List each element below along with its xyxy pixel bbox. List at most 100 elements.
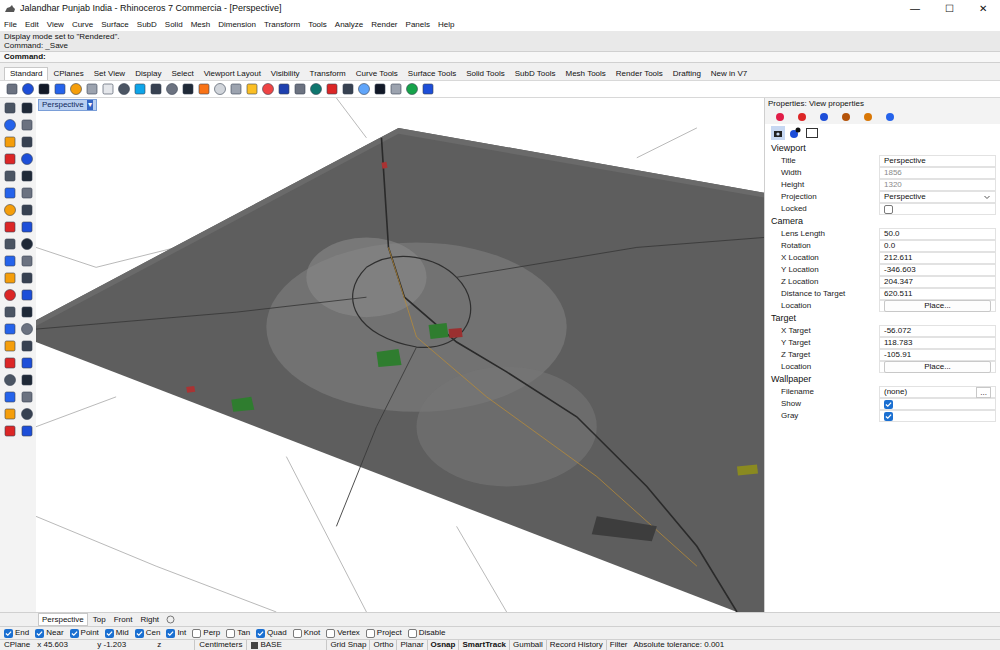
toolbar-tool-icon[interactable] (357, 82, 371, 96)
left-tool-icon[interactable] (3, 424, 17, 438)
left-tool-icon[interactable] (3, 254, 17, 268)
toolbar-tool-icon[interactable] (85, 82, 99, 96)
layer-indicator[interactable]: BASE (246, 640, 326, 650)
command-line[interactable]: Command: (0, 51, 1000, 63)
toolbar-tool-icon[interactable] (69, 82, 83, 96)
property-value[interactable]: 50.0 (884, 228, 900, 240)
toolbar-tool-icon[interactable] (309, 82, 323, 96)
toolbar-tab[interactable]: New in V7 (706, 68, 752, 80)
osnap-checkbox[interactable] (105, 629, 114, 638)
toolbar-tool-icon[interactable] (229, 82, 243, 96)
toolbar-tool-icon[interactable] (181, 82, 195, 96)
toolbar-tool-icon[interactable] (261, 82, 275, 96)
toolbar-tab[interactable]: Visibility (266, 68, 305, 80)
property-dropdown[interactable]: Perspective (884, 191, 991, 203)
left-tool-icon[interactable] (20, 322, 34, 336)
left-tool-icon[interactable] (3, 186, 17, 200)
menu-item[interactable]: View (47, 19, 64, 31)
property-value[interactable]: 0.0 (884, 240, 895, 252)
left-tool-icon[interactable] (3, 305, 17, 319)
left-tool-icon[interactable] (20, 424, 34, 438)
osnap-checkbox[interactable] (293, 629, 302, 638)
property-value[interactable]: -56.072 (884, 325, 911, 337)
toolbar-tab[interactable]: SubD Tools (510, 68, 561, 80)
section-title[interactable]: Camera (765, 215, 1000, 228)
toolbar-tool-icon[interactable] (213, 82, 227, 96)
panel-tab-icon[interactable] (841, 112, 851, 122)
status-toggle[interactable]: Ortho (369, 640, 396, 650)
toolbar-tool-icon[interactable] (5, 82, 19, 96)
section-title[interactable]: Wallpaper (765, 373, 1000, 386)
left-tool-icon[interactable] (20, 288, 34, 302)
left-tool-icon[interactable] (20, 237, 34, 251)
property-value[interactable]: 620.511 (884, 288, 912, 300)
section-title[interactable]: Target (765, 312, 1000, 325)
property-value[interactable]: 118.783 (884, 337, 912, 349)
osnap-option[interactable]: Near (35, 627, 63, 639)
viewport-title-tab[interactable]: Perspective▾ (38, 99, 97, 111)
panel-tab-icon[interactable] (885, 112, 895, 122)
left-tool-icon[interactable] (3, 271, 17, 285)
viewport-tab[interactable]: Top (90, 614, 109, 625)
add-viewport-icon[interactable] (166, 615, 175, 624)
status-toggle[interactable]: Record History (546, 640, 606, 650)
filename-field[interactable]: (none) (884, 386, 907, 398)
toolbar-tool-icon[interactable] (37, 82, 51, 96)
property-checkbox[interactable] (884, 412, 893, 421)
osnap-checkbox[interactable] (166, 629, 175, 638)
toolbar-tool-icon[interactable] (245, 82, 259, 96)
toolbar-tab[interactable]: Solid Tools (461, 68, 510, 80)
osnap-option[interactable]: Point (70, 627, 99, 639)
window-control-button[interactable]: ☐ (932, 0, 966, 18)
left-tool-icon[interactable] (3, 390, 17, 404)
property-value[interactable]: 212.611 (884, 252, 912, 264)
toolbar-tool-icon[interactable] (149, 82, 163, 96)
viewport-tab[interactable]: Perspective (38, 613, 88, 626)
left-tool-icon[interactable] (3, 203, 17, 217)
osnap-checkbox[interactable] (4, 629, 13, 638)
osnap-option[interactable]: Project (366, 627, 402, 639)
menu-item[interactable]: SubD (137, 19, 157, 31)
toolbar-tool-icon[interactable] (165, 82, 179, 96)
left-tool-icon[interactable] (3, 152, 17, 166)
viewport-frame-icon[interactable] (805, 126, 819, 140)
property-checkbox[interactable] (884, 400, 893, 409)
menu-item[interactable]: Tools (308, 19, 327, 31)
cplane-label[interactable]: CPlane (0, 640, 34, 650)
osnap-option[interactable]: Cen (135, 627, 161, 639)
osnap-checkbox[interactable] (366, 629, 375, 638)
section-title[interactable]: Viewport (765, 142, 1000, 155)
panel-tab-icon[interactable] (863, 112, 873, 122)
toolbar-tool-icon[interactable] (101, 82, 115, 96)
left-tool-icon[interactable] (20, 101, 34, 115)
osnap-checkbox[interactable] (256, 629, 265, 638)
property-checkbox[interactable] (884, 205, 893, 214)
status-toggle[interactable]: Gumball (509, 640, 546, 650)
menu-item[interactable]: File (4, 19, 17, 31)
menu-item[interactable]: Analyze (335, 19, 363, 31)
left-tool-icon[interactable] (20, 271, 34, 285)
left-tool-icon[interactable] (3, 237, 17, 251)
toolbar-tab[interactable]: Curve Tools (351, 68, 403, 80)
left-tool-icon[interactable] (20, 203, 34, 217)
toolbar-tool-icon[interactable] (53, 82, 67, 96)
left-tool-icon[interactable] (3, 407, 17, 421)
menu-item[interactable]: Transform (264, 19, 300, 31)
left-tool-icon[interactable] (20, 118, 34, 132)
osnap-checkbox[interactable] (326, 629, 335, 638)
toolbar-tool-icon[interactable] (341, 82, 355, 96)
camera-icon[interactable] (771, 126, 785, 140)
osnap-checkbox[interactable] (408, 629, 417, 638)
toolbar-tool-icon[interactable] (389, 82, 403, 96)
menu-item[interactable]: Render (371, 19, 397, 31)
osnap-checkbox[interactable] (70, 629, 79, 638)
viewport-menu-arrow[interactable]: ▾ (87, 100, 93, 110)
toolbar-tab[interactable]: Select (166, 68, 198, 80)
toolbar-tool-icon[interactable] (197, 82, 211, 96)
left-tool-icon[interactable] (3, 373, 17, 387)
left-tool-icon[interactable] (3, 101, 17, 115)
left-tool-icon[interactable] (3, 169, 17, 183)
toolbar-tool-icon[interactable] (117, 82, 131, 96)
toolbar-tab[interactable]: Standard (4, 67, 48, 80)
left-tool-icon[interactable] (20, 339, 34, 353)
